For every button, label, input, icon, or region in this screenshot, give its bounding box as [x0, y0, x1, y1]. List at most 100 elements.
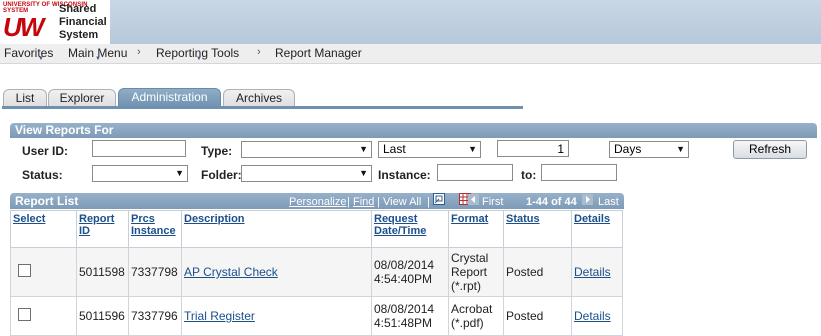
- row-range: 1-44 of 44: [526, 196, 577, 208]
- report-id-cell: 5011598: [76, 247, 129, 297]
- folder-select[interactable]: ▼: [241, 165, 372, 182]
- app-name: Shared Financial System: [59, 3, 107, 42]
- report-list-table: Select Report ID Prcs Instance Descripti…: [10, 210, 623, 336]
- column-header-description[interactable]: Description: [181, 210, 372, 248]
- app-name-line2: Financial: [59, 16, 107, 28]
- to-label: to:: [521, 168, 537, 182]
- select-cell: [10, 247, 77, 297]
- first-link[interactable]: First: [482, 196, 503, 208]
- chevron-down-icon: ▼: [468, 144, 477, 154]
- column-header-prcs-instance[interactable]: Prcs Instance: [128, 210, 182, 248]
- request-datetime-cell: 08/08/2014 4:54:40PM: [371, 247, 449, 297]
- find-link[interactable]: Find: [353, 196, 374, 208]
- column-header-label[interactable]: Description: [184, 213, 245, 225]
- logo: UNIVERSITY OF WISCONSIN SYSTEM UW Shared…: [0, 0, 110, 44]
- format-line: (*.rpt): [451, 279, 481, 293]
- user-id-label: User ID:: [22, 144, 69, 158]
- column-header-label[interactable]: Prcs Instance: [131, 213, 176, 237]
- column-header-details[interactable]: Details: [571, 210, 623, 248]
- column-header-format[interactable]: Format: [448, 210, 504, 248]
- column-header-status[interactable]: Status: [503, 210, 572, 248]
- details-link[interactable]: Details: [574, 309, 611, 323]
- zoom-icon[interactable]: [433, 193, 445, 205]
- format-line: Report: [451, 265, 488, 279]
- view-all-link[interactable]: View All: [383, 196, 421, 208]
- tab-archives[interactable]: Archives: [223, 89, 295, 107]
- description-link[interactable]: AP Crystal Check: [184, 265, 278, 279]
- select-checkbox[interactable]: [18, 264, 31, 277]
- folder-label: Folder:: [201, 168, 242, 182]
- request-date: 08/08/2014: [374, 258, 435, 272]
- navigation-bar: Favorites ▼ Main Menu ▼ › Reporting Tool…: [0, 44, 821, 64]
- personalize-link[interactable]: Personalize: [289, 196, 346, 208]
- column-header-label[interactable]: Select: [13, 213, 45, 225]
- header-banner: UNIVERSITY OF WISCONSIN SYSTEM UW Shared…: [0, 0, 821, 44]
- prcs-instance-cell: 7337798: [128, 247, 182, 297]
- chevron-down-icon: ▼: [359, 144, 368, 154]
- details-link[interactable]: Details: [574, 265, 611, 279]
- tab-explorer[interactable]: Explorer: [48, 89, 116, 107]
- reporting-tools-dropdown-icon[interactable]: ▼: [196, 56, 202, 62]
- user-id-input[interactable]: [92, 140, 186, 157]
- app-name-line1: Shared: [59, 3, 97, 15]
- personalize-link-text[interactable]: Personalize: [289, 196, 346, 208]
- instance-input[interactable]: [437, 164, 513, 181]
- status-label: Status:: [22, 168, 63, 182]
- type-select[interactable]: ▼: [241, 141, 372, 158]
- last-select[interactable]: Last ▼: [378, 141, 481, 158]
- toolbar-separator: |: [427, 196, 430, 208]
- chevron-down-icon: ▼: [359, 168, 368, 178]
- status-cell: Posted: [503, 247, 572, 297]
- format-line: (*.pdf): [451, 316, 484, 330]
- main-menu-dropdown-icon[interactable]: ▼: [95, 56, 101, 62]
- last-select-value: Last: [383, 142, 406, 156]
- format-cell: Crystal Report (*.rpt): [448, 247, 504, 297]
- find-link-text[interactable]: Find: [353, 196, 374, 208]
- chevron-down-icon: ▼: [175, 168, 184, 178]
- tab-list[interactable]: List: [3, 89, 47, 107]
- view-reports-header: View Reports For: [10, 123, 817, 138]
- status-select[interactable]: ▼: [92, 165, 188, 182]
- toolbar-separator: |: [347, 196, 350, 208]
- description-link[interactable]: Trial Register: [184, 309, 255, 323]
- last-arrow-icon[interactable]: [582, 194, 593, 205]
- tab-administration[interactable]: Administration: [118, 88, 221, 107]
- description-cell: AP Crystal Check: [181, 247, 372, 297]
- logo-mark: UW: [3, 12, 44, 42]
- app-name-line3: System: [59, 29, 99, 41]
- table-header-row: Select Report ID Prcs Instance Descripti…: [10, 210, 623, 248]
- request-time: 4:54:40PM: [374, 272, 433, 286]
- details-cell: Details: [571, 247, 623, 297]
- request-time: 4:51:48PM: [374, 316, 433, 330]
- select-checkbox[interactable]: [18, 308, 31, 321]
- breadcrumb-separator-icon: ›: [137, 46, 141, 58]
- refresh-button[interactable]: Refresh: [733, 140, 807, 159]
- column-header-label[interactable]: Details: [574, 213, 610, 225]
- column-header-report-id[interactable]: Report ID: [76, 210, 129, 248]
- column-header-label[interactable]: Report ID: [79, 213, 114, 237]
- breadcrumb-separator-icon: ›: [257, 46, 261, 58]
- column-header-label[interactable]: Status: [506, 213, 540, 225]
- column-header-label[interactable]: Request Date/Time: [374, 213, 426, 237]
- instance-label: Instance:: [378, 168, 431, 182]
- number-input[interactable]: [497, 140, 569, 157]
- request-date: 08/08/2014: [374, 302, 435, 316]
- column-header-label[interactable]: Format: [451, 213, 488, 225]
- days-select[interactable]: Days ▼: [609, 141, 689, 158]
- favorites-dropdown-icon[interactable]: ▼: [38, 56, 44, 62]
- favorites-menu[interactable]: Favorites: [4, 46, 53, 60]
- breadcrumb-report-manager: Report Manager: [275, 46, 362, 60]
- table-row: 5011598 7337798 AP Crystal Check 08/08/2…: [10, 247, 623, 297]
- days-select-value: Days: [614, 142, 642, 156]
- format-line: Acrobat: [451, 302, 493, 316]
- column-header-select[interactable]: Select: [10, 210, 77, 248]
- column-header-request-datetime[interactable]: Request Date/Time: [371, 210, 449, 248]
- tab-underline: [2, 106, 523, 109]
- type-label: Type:: [201, 144, 233, 158]
- format-line: Crystal: [451, 251, 489, 265]
- chevron-down-icon: ▼: [676, 144, 685, 154]
- toolbar-separator: |: [377, 196, 380, 208]
- instance-to-input[interactable]: [541, 164, 617, 181]
- first-arrow-icon[interactable]: [468, 194, 479, 205]
- last-link[interactable]: Last: [598, 196, 619, 208]
